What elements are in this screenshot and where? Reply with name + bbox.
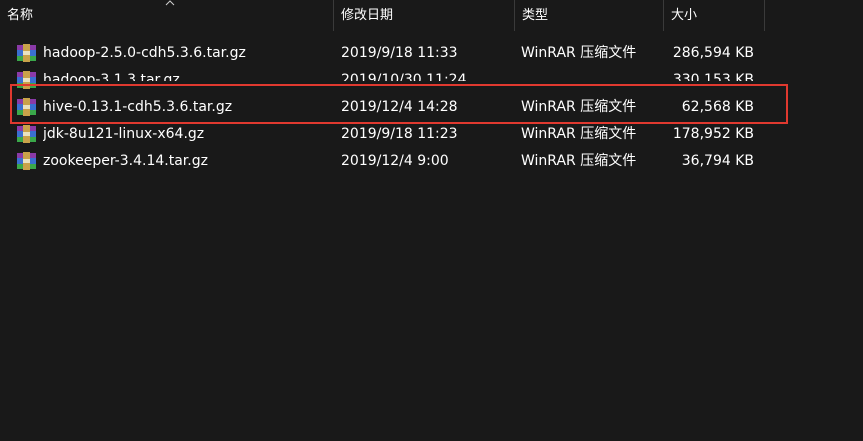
file-size: 36,794 KB: [681, 153, 754, 169]
file-date: 2019/10/30 11:24: [341, 72, 467, 81]
file-explorer: 名称 修改日期 类型 大小 hadoop-2.5.0-cdh5.3.6.tar.…: [0, 0, 863, 441]
file-row[interactable]: hadoop-3.1.3.tar.gz 2019/10/30 11:24 330…: [0, 67, 863, 94]
file-size: 330,153 KB: [672, 72, 754, 81]
winrar-archive-icon: [17, 44, 36, 62]
file-date: 2019/12/4 9:00: [341, 153, 449, 169]
file-date: 2019/9/18 11:33: [341, 45, 458, 61]
winrar-archive-icon: [17, 125, 36, 143]
file-type: WinRAR 压缩文件: [521, 45, 637, 61]
column-divider[interactable]: [764, 0, 765, 31]
row-clip: hadoop-3.1.3.tar.gz 2019/10/30 11:24 330…: [0, 67, 863, 81]
file-type: WinRAR 压缩文件: [521, 126, 637, 142]
file-name: zookeeper-3.4.14.tar.gz: [43, 153, 208, 169]
column-header-name-label: 名称: [7, 8, 34, 23]
file-name: jdk-8u121-linux-x64.gz: [43, 126, 205, 142]
file-row[interactable]: hive-0.13.1-cdh5.3.6.tar.gz 2019/12/4 14…: [0, 94, 863, 121]
file-date: 2019/12/4 14:28: [341, 99, 458, 115]
winrar-archive-icon: [17, 98, 36, 116]
column-header-size-label: 大小: [671, 8, 698, 23]
sort-ascending-icon: [165, 0, 175, 6]
file-size: 286,594 KB: [672, 45, 754, 61]
file-size: 62,568 KB: [681, 99, 754, 115]
file-row[interactable]: jdk-8u121-linux-x64.gz 2019/9/18 11:23 W…: [0, 121, 863, 148]
file-type: WinRAR 压缩文件: [521, 153, 637, 169]
file-name: hadoop-3.1.3.tar.gz: [43, 72, 180, 81]
file-type: WinRAR 压缩文件: [521, 99, 637, 115]
file-date: 2019/9/18 11:23: [341, 126, 458, 142]
column-header-type[interactable]: 类型: [515, 0, 663, 31]
file-row[interactable]: hadoop-2.5.0-cdh5.3.6.tar.gz 2019/9/18 1…: [0, 40, 863, 67]
file-type: [521, 67, 661, 81]
column-header-date[interactable]: 修改日期: [334, 0, 514, 31]
file-row[interactable]: zookeeper-3.4.14.tar.gz 2019/12/4 9:00 W…: [0, 148, 863, 175]
file-list: hadoop-2.5.0-cdh5.3.6.tar.gz 2019/9/18 1…: [0, 40, 863, 175]
column-header-date-label: 修改日期: [341, 8, 394, 23]
column-header-bar: 名称 修改日期 类型 大小: [0, 0, 863, 31]
file-name: hive-0.13.1-cdh5.3.6.tar.gz: [43, 99, 233, 115]
file-size: 178,952 KB: [672, 126, 754, 142]
file-name: hadoop-2.5.0-cdh5.3.6.tar.gz: [43, 45, 246, 61]
column-header-size[interactable]: 大小: [664, 0, 764, 31]
column-header-type-label: 类型: [522, 8, 549, 23]
winrar-archive-icon: [17, 152, 36, 170]
